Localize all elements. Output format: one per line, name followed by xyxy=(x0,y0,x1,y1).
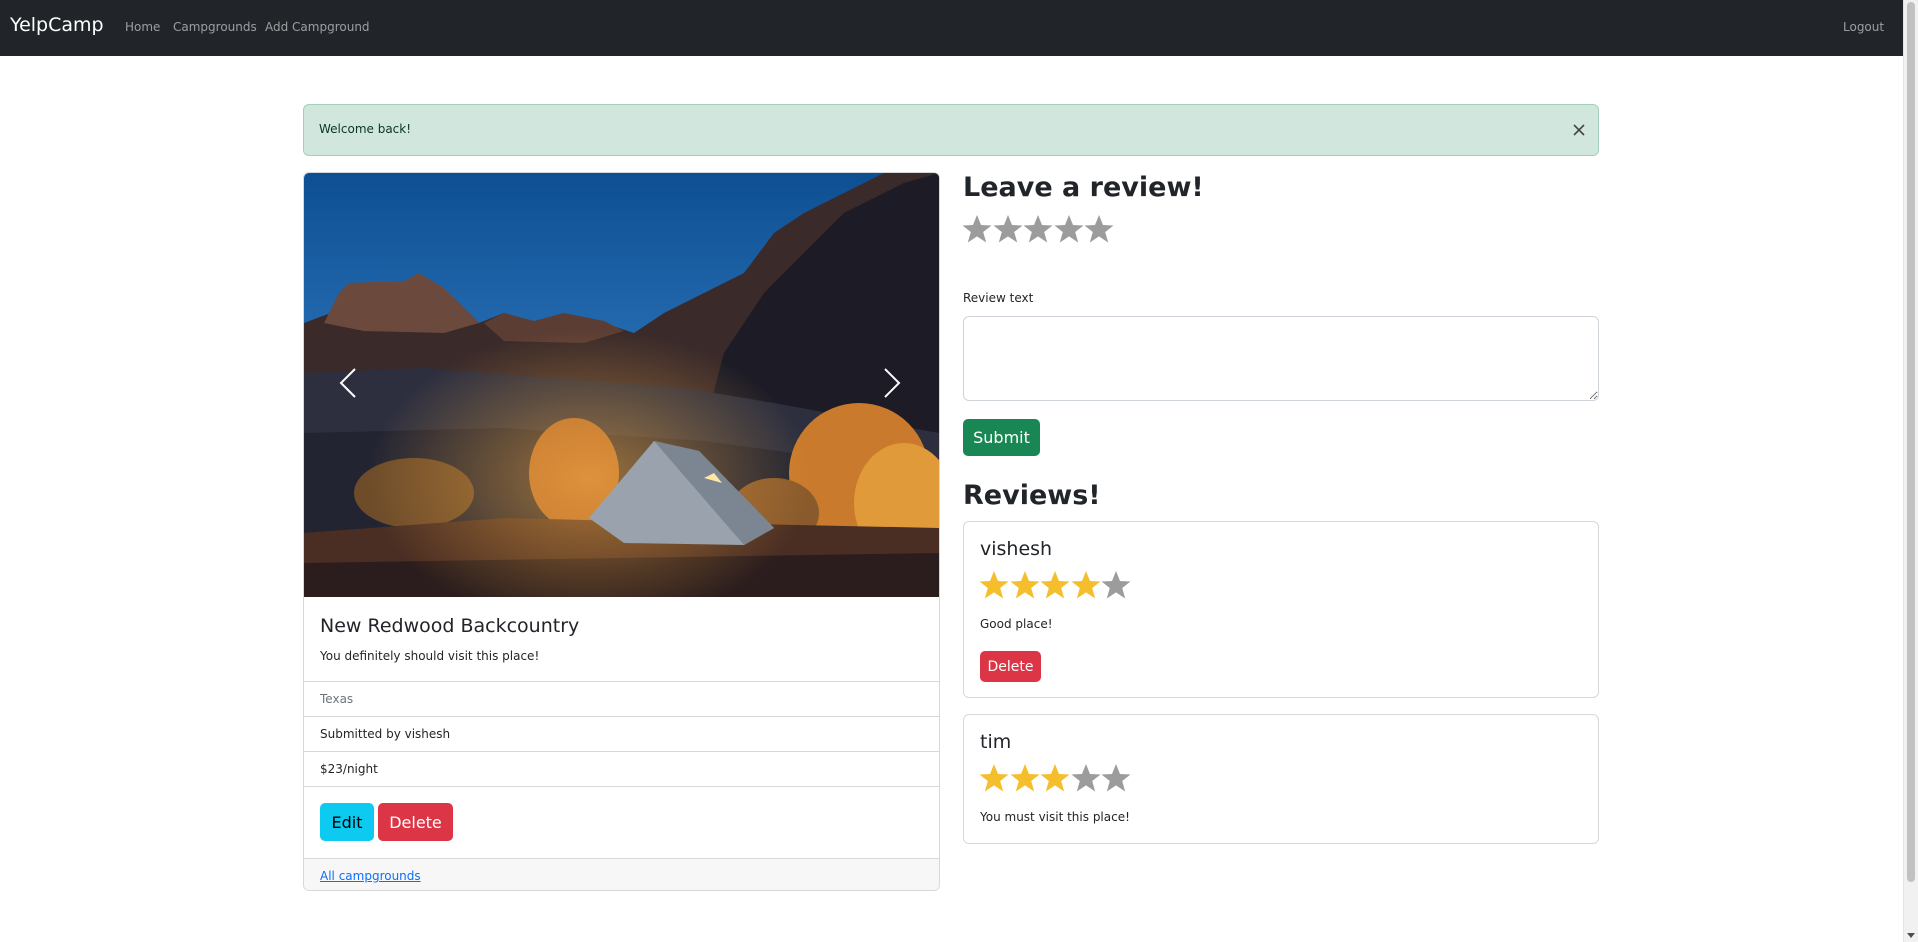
nav-add-campground-link[interactable]: Add Campground xyxy=(265,20,370,34)
star-empty-icon[interactable] xyxy=(1054,214,1084,244)
card-actions: Edit Delete xyxy=(304,786,939,858)
nav-campgrounds-link[interactable]: Campgrounds xyxy=(173,20,257,34)
delete-review-button[interactable]: Delete xyxy=(980,651,1041,682)
review-author: vishesh xyxy=(980,538,1053,560)
star-empty-icon[interactable] xyxy=(1023,214,1053,244)
edit-button[interactable]: Edit xyxy=(320,803,374,841)
all-campgrounds-link[interactable]: All campgrounds xyxy=(320,869,421,883)
delete-campground-button[interactable]: Delete xyxy=(378,803,453,841)
location-text: Texas xyxy=(320,692,354,706)
brand-logo[interactable]: YelpCamp xyxy=(10,14,104,36)
campground-description: You definitely should visit this place! xyxy=(320,649,540,663)
author-text: Submitted by vishesh xyxy=(320,727,451,741)
nav-logout-link[interactable]: Logout xyxy=(1843,20,1884,34)
scrollbar-thumb[interactable] xyxy=(1907,2,1915,882)
alert-message: Welcome back! xyxy=(319,122,412,136)
review-rating xyxy=(979,569,1139,601)
campground-location: Texas xyxy=(304,681,939,716)
campground-card: New Redwood Backcountry You definitely s… xyxy=(303,172,940,891)
nav-home-link[interactable]: Home xyxy=(125,20,160,34)
price-text: $23/night xyxy=(320,762,378,776)
chevron-left-icon xyxy=(339,368,356,398)
navbar: YelpCamp Home Campgrounds Add Campground… xyxy=(0,0,1903,56)
image-carousel[interactable] xyxy=(304,173,939,597)
star-empty-icon xyxy=(1101,571,1131,599)
carousel-prev-button[interactable] xyxy=(329,363,369,403)
star-empty-icon[interactable] xyxy=(1084,214,1114,244)
review-author: tim xyxy=(980,731,1012,753)
card-body: New Redwood Backcountry You definitely s… xyxy=(304,597,939,682)
review-card: tim You must visit this place! xyxy=(963,714,1599,844)
star-filled-icon xyxy=(1071,571,1100,599)
flash-alert: Welcome back! xyxy=(303,104,1599,156)
star-filled-icon xyxy=(1010,571,1039,599)
scroll-down-arrow-icon[interactable] xyxy=(1907,933,1915,938)
star-filled-icon xyxy=(979,571,1009,599)
review-card: vishesh Good place! Delete xyxy=(963,521,1599,698)
card-footer: All campgrounds xyxy=(304,858,939,890)
campground-title: New Redwood Backcountry xyxy=(320,615,580,637)
star-filled-icon xyxy=(979,764,1009,792)
chevron-right-icon xyxy=(884,368,901,398)
review-text-label: Review text xyxy=(963,291,1034,305)
reviews-heading: Reviews! xyxy=(963,480,1101,511)
campground-price: $23/night xyxy=(304,751,939,786)
star-empty-icon[interactable] xyxy=(993,214,1023,244)
star-filled-icon xyxy=(1040,571,1070,599)
page-scrollbar[interactable] xyxy=(1903,0,1918,942)
campground-author: Submitted by vishesh xyxy=(304,716,939,751)
carousel-next-button[interactable] xyxy=(871,363,911,403)
review-rating xyxy=(979,762,1139,794)
rating-input[interactable] xyxy=(962,213,1122,247)
review-text: You must visit this place! xyxy=(980,810,1130,824)
star-filled-icon xyxy=(1040,764,1070,792)
review-text-input[interactable] xyxy=(963,316,1599,401)
star-empty-icon xyxy=(1101,764,1131,792)
submit-review-button[interactable]: Submit xyxy=(963,419,1040,456)
campground-photo xyxy=(304,173,939,597)
review-form-heading: Leave a review! xyxy=(963,172,1204,203)
star-empty-icon xyxy=(1071,764,1100,792)
star-filled-icon xyxy=(1010,764,1039,792)
star-empty-icon[interactable] xyxy=(962,214,992,244)
review-text: Good place! xyxy=(980,617,1053,631)
close-icon[interactable] xyxy=(1568,119,1590,141)
